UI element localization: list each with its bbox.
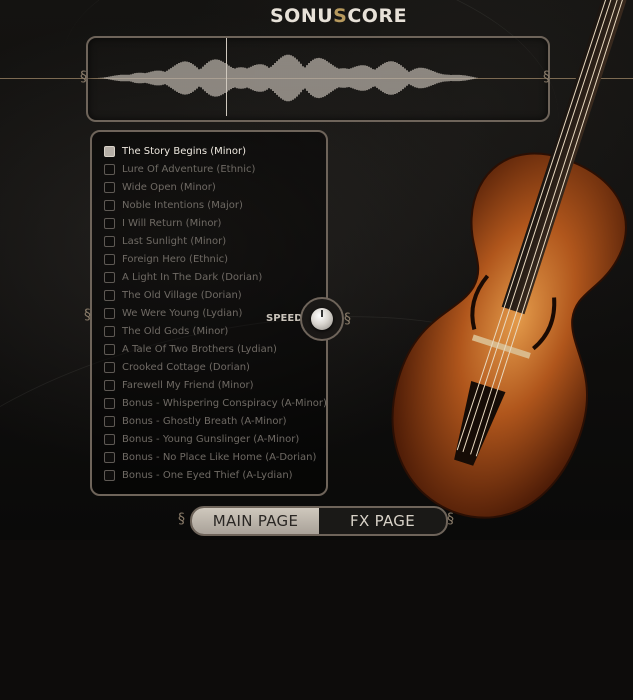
preset-checkbox[interactable]	[104, 145, 115, 157]
preset-label: A Tale Of Two Brothers (Lydian)	[122, 343, 277, 355]
preset-label: The Old Gods (Minor)	[122, 325, 229, 337]
speed-knob-indicator	[321, 310, 323, 317]
preset-label: Noble Intentions (Major)	[122, 199, 243, 211]
preset-checkbox[interactable]	[104, 343, 115, 355]
logo-part: S	[333, 5, 348, 27]
preset-checkbox[interactable]	[104, 469, 115, 481]
tab-main-page[interactable]: MAIN PAGE	[192, 508, 319, 534]
preset-label: We Were Young (Lydian)	[122, 307, 243, 319]
preset-item[interactable]: The Old Village (Dorian)	[104, 287, 242, 303]
preset-checkbox[interactable]	[104, 415, 115, 427]
preset-label: Wide Open (Minor)	[122, 181, 216, 193]
playhead-cursor[interactable]	[226, 38, 227, 116]
preset-checkbox[interactable]	[104, 289, 115, 301]
violin-illustration	[391, 0, 627, 519]
frame-ornament-left: §	[80, 69, 87, 85]
preset-label: Bonus - Ghostly Breath (A-Minor)	[122, 415, 287, 427]
preset-item[interactable]: A Tale Of Two Brothers (Lydian)	[104, 341, 277, 357]
page-tab-bar: MAIN PAGE FX PAGE	[190, 506, 448, 536]
preset-item[interactable]: Bonus - Young Gunslinger (A-Minor)	[104, 431, 299, 447]
preset-checkbox[interactable]	[104, 325, 115, 337]
preset-checkbox[interactable]	[104, 199, 115, 211]
preset-item[interactable]: We Were Young (Lydian)	[104, 305, 242, 321]
preset-item[interactable]: Lure Of Adventure (Ethnic)	[104, 161, 255, 177]
preset-label: Lure Of Adventure (Ethnic)	[122, 163, 256, 175]
preset-checkbox[interactable]	[104, 235, 115, 247]
preset-item[interactable]: The Old Gods (Minor)	[104, 323, 228, 339]
preset-label: Crooked Cottage (Dorian)	[122, 361, 250, 373]
preset-checkbox[interactable]	[104, 217, 115, 229]
preset-item[interactable]: Crooked Cottage (Dorian)	[104, 359, 250, 375]
preset-label: A Light In The Dark (Dorian)	[122, 271, 263, 283]
preset-item[interactable]: Bonus - One Eyed Thief (A-Lydian)	[104, 467, 293, 483]
preset-label: Bonus - Whispering Conspiracy (A-Minor)	[122, 397, 327, 409]
preset-checkbox[interactable]	[104, 451, 115, 463]
tab-ornament-right: §	[447, 511, 454, 527]
speed-label: SPEED	[266, 313, 303, 324]
preset-item[interactable]: Noble Intentions (Major)	[104, 197, 243, 213]
preset-item[interactable]: A Light In The Dark (Dorian)	[104, 269, 262, 285]
preset-checkbox[interactable]	[104, 379, 115, 391]
preset-label: Bonus - Young Gunslinger (A-Minor)	[122, 433, 300, 445]
preset-item[interactable]: I Will Return (Minor)	[104, 215, 221, 231]
preset-checkbox[interactable]	[104, 433, 115, 445]
preset-checkbox[interactable]	[104, 271, 115, 283]
preset-label: Last Sunlight (Minor)	[122, 235, 227, 247]
preset-checkbox[interactable]	[104, 253, 115, 265]
preset-checkbox[interactable]	[104, 181, 115, 193]
preset-label: The Story Begins (Minor)	[122, 145, 247, 157]
preset-item[interactable]: Bonus - Whispering Conspiracy (A-Minor)	[104, 395, 327, 411]
preset-checkbox[interactable]	[104, 397, 115, 409]
preset-item[interactable]: The Story Begins (Minor)	[104, 143, 246, 159]
preset-item[interactable]: Foreign Hero (Ethnic)	[104, 251, 228, 267]
preset-item[interactable]: Last Sunlight (Minor)	[104, 233, 226, 249]
logo-part: SONU	[270, 5, 334, 27]
preset-label: Farewell My Friend (Minor)	[122, 379, 254, 391]
preset-label: Bonus - No Place Like Home (A-Dorian)	[122, 451, 317, 463]
preset-label: Foreign Hero (Ethnic)	[122, 253, 229, 265]
preset-item[interactable]: Bonus - Ghostly Breath (A-Minor)	[104, 413, 287, 429]
preset-checkbox[interactable]	[104, 307, 115, 319]
sonuscore-logo: SONUSCORE	[270, 5, 407, 27]
preset-label: Bonus - One Eyed Thief (A-Lydian)	[122, 469, 293, 481]
tab-ornament-left: §	[178, 511, 185, 527]
preset-label: The Old Village (Dorian)	[122, 289, 242, 301]
preset-checkbox[interactable]	[104, 361, 115, 373]
knob-ornament: §	[344, 311, 351, 327]
preset-checkbox[interactable]	[104, 163, 115, 175]
preset-item[interactable]: Farewell My Friend (Minor)	[104, 377, 254, 393]
frame-ornament-left: §	[84, 307, 91, 323]
preset-item[interactable]: Wide Open (Minor)	[104, 179, 216, 195]
preset-label: I Will Return (Minor)	[122, 217, 222, 229]
preset-item[interactable]: Bonus - No Place Like Home (A-Dorian)	[104, 449, 316, 465]
tab-fx-page[interactable]: FX PAGE	[319, 508, 446, 534]
